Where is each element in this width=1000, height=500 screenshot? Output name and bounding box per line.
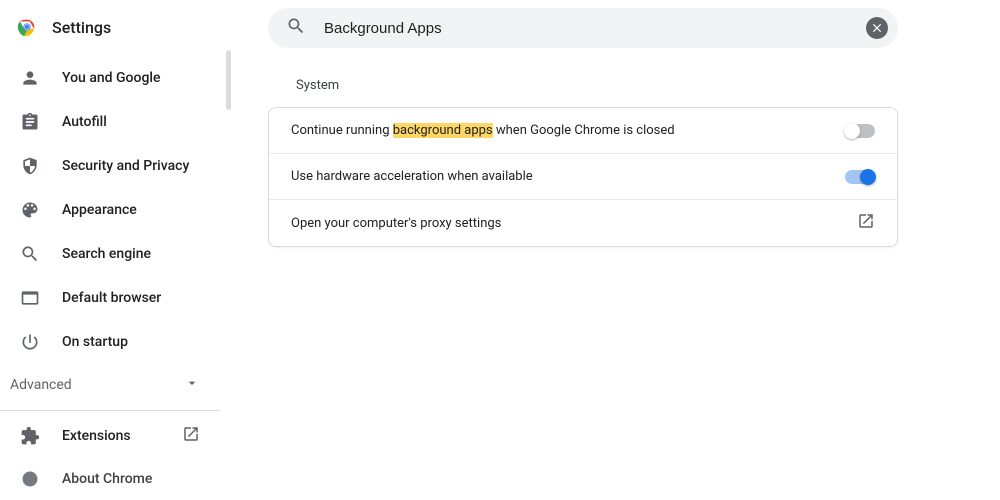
search-icon <box>286 16 306 40</box>
sidebar-item-appearance[interactable]: Appearance <box>0 188 220 232</box>
sidebar-item-label: Security and Privacy <box>62 158 189 174</box>
sidebar-item-label: On startup <box>62 334 128 350</box>
close-icon <box>870 21 884 35</box>
advanced-label: Advanced <box>10 377 72 393</box>
label-text-pre: Continue running <box>291 123 393 138</box>
extension-icon <box>20 426 40 446</box>
sidebar: Settings You and Google Autofill Securit… <box>0 0 220 500</box>
toggle-knob <box>844 123 860 139</box>
open-in-new-icon <box>182 425 200 447</box>
sidebar-item-about-chrome[interactable]: About Chrome <box>0 458 220 500</box>
row-label: Use hardware acceleration when available <box>291 169 845 184</box>
clear-search-button[interactable] <box>866 17 888 39</box>
app-title: Settings <box>52 18 111 37</box>
person-icon <box>20 68 40 88</box>
sidebar-item-on-startup[interactable]: On startup <box>0 320 220 364</box>
shield-icon <box>20 156 40 176</box>
sidebar-item-label: Default browser <box>62 290 161 306</box>
sidebar-item-label: Appearance <box>62 202 137 218</box>
sidebar-item-label: About Chrome <box>62 471 152 487</box>
sidebar-item-extensions[interactable]: Extensions <box>0 415 220 457</box>
sidebar-item-autofill[interactable]: Autofill <box>0 100 220 144</box>
assignment-icon <box>20 112 40 132</box>
open-in-new-icon <box>857 212 875 234</box>
sidebar-item-default-browser[interactable]: Default browser <box>0 276 220 320</box>
row-background-apps: Continue running background apps when Go… <box>269 108 897 154</box>
row-proxy-settings[interactable]: Open your computer's proxy settings <box>269 200 897 246</box>
sidebar-item-security[interactable]: Security and Privacy <box>0 144 220 188</box>
toggle-knob <box>860 169 876 185</box>
scrollbar-thumb[interactable] <box>226 50 231 110</box>
sidebar-divider <box>0 410 220 411</box>
toggle-hardware-acceleration[interactable] <box>845 170 875 184</box>
sidebar-item-label: You and Google <box>62 70 160 86</box>
power-icon <box>20 332 40 352</box>
system-card: Continue running background apps when Go… <box>268 107 898 247</box>
row-label: Continue running background apps when Go… <box>291 123 845 138</box>
main-content: System Continue running background apps … <box>232 0 1000 500</box>
row-label: Open your computer's proxy settings <box>291 216 857 231</box>
browser-icon <box>20 288 40 308</box>
chevron-down-icon <box>184 375 200 395</box>
row-hardware-acceleration: Use hardware acceleration when available <box>269 154 897 200</box>
search-input[interactable] <box>324 20 866 37</box>
sidebar-item-label: Autofill <box>62 114 107 130</box>
sidebar-scrollbar[interactable] <box>220 0 232 500</box>
sidebar-item-label: Extensions <box>62 428 131 444</box>
chrome-small-icon <box>20 469 40 489</box>
search-highlight: background apps <box>393 123 493 138</box>
sidebar-item-label: Search engine <box>62 246 151 262</box>
chrome-logo-icon <box>16 16 38 38</box>
sidebar-item-search-engine[interactable]: Search engine <box>0 232 220 276</box>
label-text-post: when Google Chrome is closed <box>493 123 675 138</box>
search-icon <box>20 244 40 264</box>
sidebar-advanced-toggle[interactable]: Advanced <box>0 364 220 406</box>
sidebar-item-you-and-google[interactable]: You and Google <box>0 56 220 100</box>
section-title: System <box>296 78 940 93</box>
toggle-background-apps[interactable] <box>845 124 875 138</box>
sidebar-nav: You and Google Autofill Security and Pri… <box>0 56 220 364</box>
sidebar-header: Settings <box>0 10 220 56</box>
palette-icon <box>20 200 40 220</box>
search-bar <box>268 8 898 48</box>
